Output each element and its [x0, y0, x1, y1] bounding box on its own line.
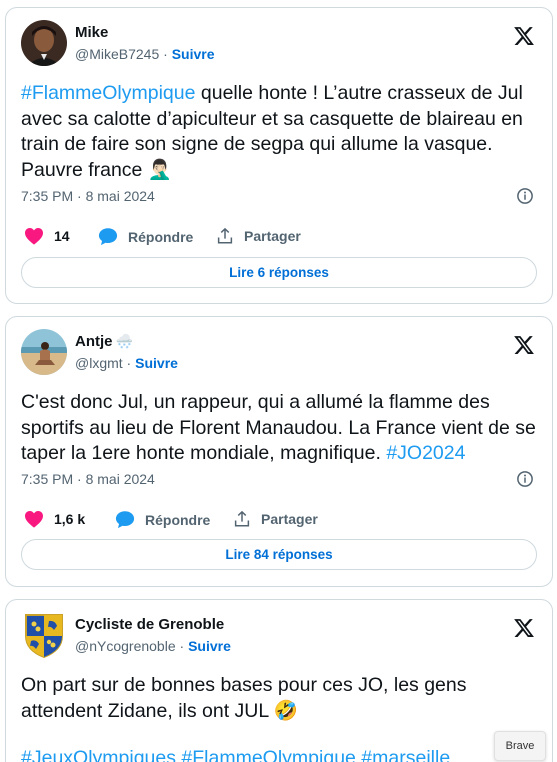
reply-bubble-icon: [115, 511, 135, 529]
tweet-card-2: Antje 🌨️ @lxgmt · Suivre C'est donc Jul, …: [5, 316, 553, 587]
separator: ·: [159, 46, 172, 62]
reply-button[interactable]: Répondre: [98, 227, 193, 246]
read-replies-button[interactable]: Lire 6 réponses: [21, 257, 537, 288]
user-name[interactable]: Mike: [75, 24, 108, 41]
avatar[interactable]: [21, 20, 67, 66]
hashtag-link[interactable]: #JeuxOlympiques #FlammeOlympique #marsei…: [21, 747, 450, 762]
brave-browser-button[interactable]: Brave: [494, 731, 546, 761]
reply-label: Répondre: [145, 511, 211, 528]
tweet-body: On part sur de bonnes bases pour ces JO,…: [21, 674, 467, 722]
tweet-header: Antje 🌨️ @lxgmt · Suivre: [21, 329, 536, 375]
tweet-text: C'est donc Jul, un rappeur, qui a allumé…: [21, 390, 536, 467]
tweet-header: Mike @MikeB7245 · Suivre: [21, 20, 536, 66]
follow-button[interactable]: Suivre: [135, 355, 178, 371]
share-icon: [217, 227, 233, 244]
avatar[interactable]: [21, 329, 67, 375]
tweet-timestamp[interactable]: 7:35 PM · 8 mai 2024: [21, 188, 155, 204]
reply-button[interactable]: Répondre: [115, 510, 210, 529]
hashtag-link[interactable]: #JO2024: [386, 442, 465, 464]
tweet-text: #FlammeOlympique quelle honte ! L’autre …: [21, 81, 536, 183]
info-icon[interactable]: [516, 187, 534, 205]
like-button[interactable]: 1,6 k: [24, 510, 85, 528]
user-handle[interactable]: @lxgmt: [75, 355, 123, 371]
tweet-timestamp[interactable]: 7:35 PM · 8 mai 2024: [21, 471, 155, 487]
info-icon[interactable]: [516, 470, 534, 488]
separator: ·: [175, 638, 189, 654]
like-count: 1,6 k: [54, 511, 86, 527]
snow-cloud-emoji: 🌨️: [115, 333, 133, 349]
tweet-header: Cycliste de Grenoble @nYcogrenoble · Sui…: [21, 612, 536, 658]
x-logo-icon[interactable]: [512, 617, 536, 639]
share-label: Partager: [244, 228, 301, 244]
heart-icon: [25, 510, 43, 528]
coat-of-arms-icon: [25, 614, 63, 658]
share-label: Partager: [261, 511, 318, 527]
handle-line: @nYcogrenoble · Suivre: [75, 638, 231, 654]
tweet-hashtags: #JeuxOlympiques #FlammeOlympique #marsei…: [21, 746, 536, 762]
read-replies-button[interactable]: Lire 84 réponses: [21, 539, 537, 570]
x-logo-icon[interactable]: [512, 334, 536, 356]
tweet-card-1: Mike @MikeB7245 · Suivre #FlammeOlympiqu…: [5, 7, 553, 304]
heart-icon: [25, 227, 43, 245]
share-button[interactable]: Partager: [233, 510, 318, 528]
hashtag-link[interactable]: #FlammeOlympique: [21, 82, 195, 104]
share-icon: [234, 510, 250, 527]
reply-bubble-icon: [98, 228, 118, 246]
tweet-actions: 14 Répondre Partager: [21, 227, 521, 249]
user-name[interactable]: Cycliste de Grenoble: [75, 616, 224, 633]
user-handle[interactable]: @MikeB7245: [75, 46, 159, 62]
share-button[interactable]: Partager: [216, 227, 301, 245]
handle-line: @MikeB7245 · Suivre: [75, 46, 215, 62]
user-handle[interactable]: @nYcogrenoble: [75, 638, 176, 654]
tweet-text: On part sur de bonnes bases pour ces JO,…: [21, 673, 536, 724]
follow-button[interactable]: Suivre: [188, 638, 231, 654]
follow-button[interactable]: Suivre: [172, 46, 215, 62]
tweet-actions: 1,6 k Répondre Partager: [21, 510, 521, 532]
handle-line: @lxgmt · Suivre: [75, 355, 178, 371]
like-button[interactable]: 14: [24, 227, 70, 245]
separator: ·: [122, 355, 136, 371]
reply-label: Répondre: [128, 228, 194, 245]
avatar[interactable]: [21, 612, 67, 658]
user-name[interactable]: Antje 🌨️: [75, 333, 133, 350]
like-count: 14: [54, 228, 70, 244]
x-logo-icon[interactable]: [512, 25, 536, 47]
tweet-card-3: Cycliste de Grenoble @nYcogrenoble · Sui…: [5, 599, 553, 762]
